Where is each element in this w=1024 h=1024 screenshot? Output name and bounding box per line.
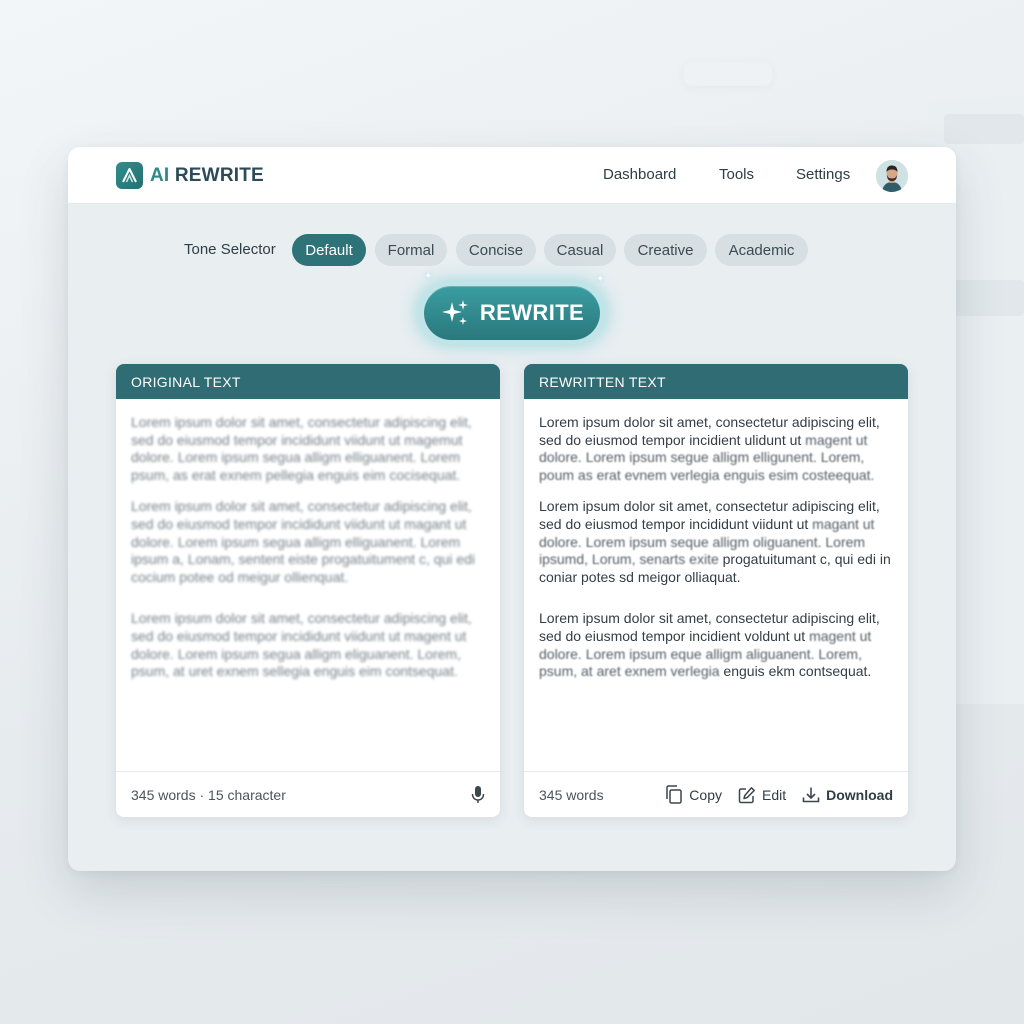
original-paragraph: Lorem ipsum dolor sit amet, consectetur … [131,414,472,483]
rewritten-paragraph: Lorem ipsum dolor sit amet, consectetur … [539,610,880,680]
app-title: AI REWRITE [150,164,264,186]
rewrite-button[interactable]: REWRITE [424,286,600,340]
original-text-footer: 345 words · 15 character [116,771,500,817]
original-word-count: 345 words · 15 character [131,786,286,803]
nav-tools[interactable]: Tools [719,166,754,183]
copy-label: Copy [689,786,722,803]
rewritten-paragraph: Lorem ipsum dolor sit amet, consectetur … [539,414,880,483]
download-button[interactable]: Download [802,786,893,804]
original-paragraph: Lorem ipsum dolor sit amet, consectetur … [131,498,475,585]
tone-chip-academic[interactable]: Academic [715,234,808,266]
download-icon [802,787,820,802]
download-label: Download [826,786,893,803]
rewritten-text-footer: 345 words Copy Edit Download [524,771,908,817]
tone-chip-creative[interactable]: Creative [624,234,707,266]
rewritten-paragraph: Lorem ipsum dolor sit amet, consectetur … [539,498,891,585]
nav-dashboard[interactable]: Dashboard [603,166,676,183]
background-bar [954,280,1024,316]
edit-icon [738,786,755,803]
original-text-panel: ORIGINAL TEXT Lorem ipsum dolor sit amet… [116,364,500,817]
edit-button[interactable]: Edit [738,786,786,804]
top-navigation-bar: AI REWRITE Dashboard Tools Settings [68,147,956,204]
tone-chip-casual[interactable]: Casual [544,234,616,266]
tone-chip-formal[interactable]: Formal [375,234,447,266]
copy-button[interactable]: Copy [665,785,722,804]
background-pill [684,62,772,86]
rewritten-text-panel: REWRITTEN TEXT Lorem ipsum dolor sit ame… [524,364,908,817]
user-avatar[interactable] [876,160,908,192]
rewritten-word-count: 345 words [539,786,604,803]
rewritten-text-header: REWRITTEN TEXT [524,364,908,399]
nav-settings[interactable]: Settings [796,166,850,183]
tone-chip-default[interactable]: Default [292,234,366,266]
app-logo[interactable]: AI REWRITE [116,162,264,189]
rewritten-text-output: Lorem ipsum dolor sit amet, consectetur … [524,399,908,771]
original-paragraph: Lorem ipsum dolor sit amet, consectetur … [131,610,472,680]
rewrite-button-label: REWRITE [479,300,585,325]
background-bar [954,704,1024,744]
sparkle-icon [441,300,468,325]
sparkle-decoration: ✦ [596,274,605,285]
sparkle-decoration: ✦ [424,271,433,282]
original-text-header: ORIGINAL TEXT [116,364,500,399]
copy-icon [666,785,683,804]
original-text-input[interactable]: Lorem ipsum dolor sit amet, consectetur … [116,399,500,771]
app-window: AI REWRITE Dashboard Tools Settings Tone… [68,147,956,871]
tone-chip-concise[interactable]: Concise [456,234,536,266]
microphone-icon[interactable] [471,785,485,804]
background-bar [944,114,1024,144]
logo-mark-icon [116,162,143,189]
tone-selector-label: Tone Selector [184,241,276,258]
edit-label: Edit [761,786,787,803]
